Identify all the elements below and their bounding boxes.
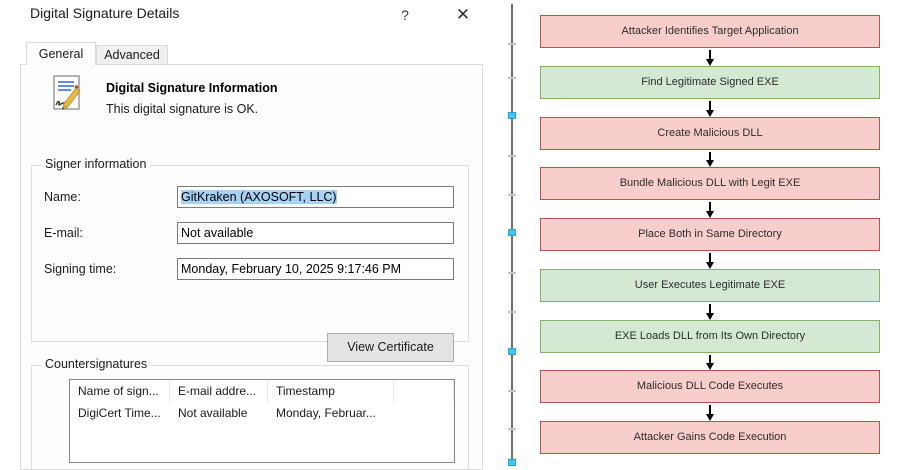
divider-joint-mark [508, 311, 516, 313]
row-timestamp-cell: Monday, Februar... [268, 402, 394, 424]
divider-joint-mark [508, 272, 516, 274]
digital-signature-details-dialog: Digital Signature Details ? ✕ General Ad… [0, 0, 497, 470]
email-label: E-mail: [44, 226, 83, 240]
name-field[interactable]: GitKraken (AXOSOFT, LLC) [177, 186, 454, 208]
col-header-timestamp[interactable]: Timestamp [268, 380, 394, 402]
flow-step-7[interactable]: EXE Loads DLL from Its Own Directory [540, 320, 880, 353]
flow-step-2[interactable]: Find Legitimate Signed EXE [540, 66, 880, 99]
divider-joint-mark [508, 194, 516, 196]
general-tab-page: Digital Signature Information This digit… [20, 64, 483, 470]
selection-handle[interactable] [508, 229, 516, 236]
flow-step-5[interactable]: Place Both in Same Directory [540, 218, 880, 251]
name-value-selected: GitKraken (AXOSOFT, LLC) [181, 190, 337, 204]
col-header-email[interactable]: E-mail addre... [170, 380, 268, 402]
screenshot-canvas: Digital Signature Details ? ✕ General Ad… [0, 0, 900, 470]
signature-info-heading: Digital Signature Information [106, 81, 278, 95]
flow-step-6[interactable]: User Executes Legitimate EXE [540, 269, 880, 302]
divider-joint-mark [508, 77, 516, 79]
dialog-titlebar: Digital Signature Details ? ✕ [0, 0, 497, 30]
selection-handle[interactable] [508, 459, 516, 466]
flow-step-3[interactable]: Create Malicious DLL [540, 117, 880, 150]
divider-joint-mark [508, 155, 516, 157]
dialog-title: Digital Signature Details [30, 5, 179, 21]
tab-general[interactable]: General [26, 42, 96, 65]
selection-handle[interactable] [508, 348, 516, 355]
flow-step-8[interactable]: Malicious DLL Code Executes [540, 370, 880, 403]
flow-arrow-down [709, 405, 711, 415]
countersignatures-legend: Countersignatures [41, 357, 151, 371]
flow-step-4[interactable]: Bundle Malicious DLL with Legit EXE [540, 167, 880, 200]
col-header-empty [394, 380, 454, 402]
flow-arrow-down [709, 202, 711, 212]
signer-information-group: Signer information Name: GitKraken (AXOS… [31, 165, 469, 342]
help-button[interactable]: ? [394, 4, 416, 26]
selection-handle[interactable] [508, 112, 516, 119]
flow-step-1[interactable]: Attacker Identifies Target Application [540, 15, 880, 48]
digital-signature-icon [49, 74, 87, 112]
signing-time-field[interactable]: Monday, February 10, 2025 9:17:46 PM [177, 258, 454, 280]
countersignatures-group: Countersignatures Name of sign... E-mail… [31, 365, 469, 470]
table-row[interactable]: DigiCert Time... Not available Monday, F… [70, 402, 454, 424]
name-label: Name: [44, 190, 81, 204]
countersignatures-table[interactable]: Name of sign... E-mail addre... Timestam… [69, 379, 455, 463]
col-header-name[interactable]: Name of sign... [70, 380, 170, 402]
flow-arrow-down [709, 253, 711, 263]
tab-advanced[interactable]: Advanced [96, 45, 168, 65]
divider-joint-mark [508, 390, 516, 392]
signer-information-legend: Signer information [41, 157, 150, 171]
row-email-cell: Not available [170, 402, 268, 424]
divider-joint-mark [508, 428, 516, 430]
countersignatures-header: Name of sign... E-mail addre... Timestam… [70, 380, 454, 402]
close-button[interactable]: ✕ [450, 2, 476, 28]
flow-arrow-down [709, 355, 711, 364]
email-field[interactable]: Not available [177, 222, 454, 244]
signature-status-text: This digital signature is OK. [106, 102, 258, 116]
signing-time-label: Signing time: [44, 262, 116, 276]
row-name-cell: DigiCert Time... [70, 402, 170, 424]
flow-arrow-down [709, 152, 711, 161]
flow-arrow-down [709, 304, 711, 314]
flow-arrow-down [709, 50, 711, 60]
divider-joint-mark [508, 43, 516, 45]
flow-arrow-down [709, 101, 711, 111]
flow-step-9[interactable]: Attacker Gains Code Execution [540, 421, 880, 454]
view-certificate-button[interactable]: View Certificate [327, 333, 454, 362]
